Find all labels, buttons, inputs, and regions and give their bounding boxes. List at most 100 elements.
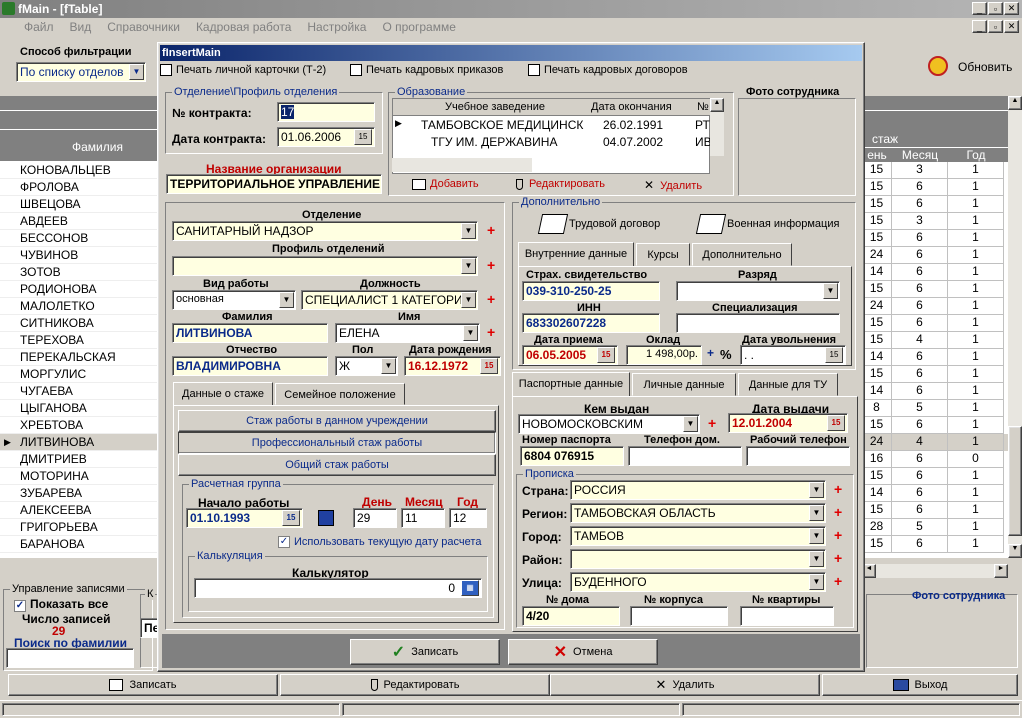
stage-grid[interactable]: стаж ень Месяц Год 15 3 1 15 6 1 15 6 1 15 3 1 15 6 1 2… bbox=[862, 96, 1008, 558]
maximize-button[interactable]: ▫ bbox=[988, 2, 1003, 15]
list-item[interactable]: ФРОЛОВА bbox=[0, 179, 160, 196]
menu-file[interactable]: Файл bbox=[24, 20, 54, 34]
table-row[interactable]: 15 6 1 bbox=[862, 315, 1008, 332]
menu-refs[interactable]: Справочники bbox=[107, 20, 180, 34]
calendar-icon[interactable]: 15 bbox=[597, 347, 615, 363]
edu-col-num[interactable]: № bbox=[697, 101, 709, 113]
filter-select[interactable]: По списку отделов ▼ bbox=[16, 62, 146, 82]
list-item[interactable]: МОТОРИНА bbox=[0, 468, 160, 485]
show-all-checkbox[interactable]: ✓ Показать все bbox=[14, 597, 108, 612]
table-row[interactable]: 15 3 1 bbox=[862, 162, 1008, 179]
list-item[interactable]: БЕССОНОВ bbox=[0, 230, 160, 247]
day-input[interactable]: 29 bbox=[353, 508, 397, 528]
list-item[interactable]: ХРЕБТОВА bbox=[0, 417, 160, 434]
contract-num-input[interactable]: 17 bbox=[277, 102, 375, 122]
table-row[interactable]: 24 4 1 bbox=[862, 434, 1008, 451]
list-item[interactable]: ЦЫГАНОВА bbox=[0, 400, 160, 417]
list-item[interactable]: ▶ ЛИТВИНОВА bbox=[0, 434, 160, 451]
list-item[interactable]: ТЕРЕХОВА bbox=[0, 332, 160, 349]
tab-stage[interactable]: Данные о стаже bbox=[173, 382, 273, 406]
main-exit-button[interactable]: Выход bbox=[822, 674, 1018, 696]
calendar-icon[interactable]: 15 bbox=[282, 510, 300, 526]
table-row[interactable]: 14 6 1 bbox=[862, 383, 1008, 400]
edu-vscroll[interactable]: ▲ bbox=[710, 98, 724, 156]
region-select[interactable]: ТАМБОВСКАЯ ОБЛАСТЬ ▼ bbox=[570, 503, 826, 523]
grid-hscroll[interactable]: ◄ ► bbox=[862, 564, 1008, 578]
table-row[interactable]: 24 6 1 bbox=[862, 247, 1008, 264]
table-row[interactable]: 15 6 1 bbox=[862, 230, 1008, 247]
start-input[interactable]: 01.10.1993 15 bbox=[186, 508, 303, 528]
table-row[interactable]: 24 6 1 bbox=[862, 298, 1008, 315]
list-item[interactable]: АЛЕКСЕЕВА bbox=[0, 502, 160, 519]
main-save-button[interactable]: Записать bbox=[8, 674, 278, 696]
employee-list[interactable]: Фамилия КОНОВАЛЬЦЕВ ФРОЛОВА ШВЕЦОВА АВДЕЕВ Б… bbox=[0, 96, 160, 558]
list-item[interactable]: МАЛОЛЕТКО bbox=[0, 298, 160, 315]
table-row[interactable]: 15 6 1 bbox=[862, 417, 1008, 434]
edu-col-school[interactable]: Учебное заведение bbox=[445, 101, 545, 113]
flat-input[interactable] bbox=[740, 606, 834, 626]
print-orders-button[interactable]: Печать кадровых приказов bbox=[350, 64, 503, 77]
table-row[interactable]: 15 3 1 bbox=[862, 213, 1008, 230]
dept-select[interactable]: САНИТАРНЫЙ НАДЗОР ▼ bbox=[172, 221, 478, 241]
list-item[interactable]: МОРГУЛИС bbox=[0, 366, 160, 383]
dialog-cancel-button[interactable]: ✕ Отмена bbox=[508, 639, 658, 665]
print-card-button[interactable]: Печать личной карточки (Т-2) bbox=[160, 64, 326, 77]
district-select[interactable]: ▼ bbox=[570, 549, 826, 569]
calendar-icon[interactable]: 15 bbox=[827, 415, 845, 431]
tab-tu[interactable]: Данные для ТУ bbox=[738, 373, 838, 396]
mdi-close-button[interactable]: ✕ bbox=[1004, 20, 1019, 33]
calendar-icon[interactable]: 15 bbox=[354, 129, 372, 145]
edu-hscroll[interactable] bbox=[392, 158, 532, 172]
calendar-icon[interactable]: 15 bbox=[480, 358, 498, 374]
refresh-label[interactable]: Обновить bbox=[958, 60, 1012, 74]
labor-contract-button[interactable]: Трудовой договор bbox=[537, 214, 660, 234]
main-edit-button[interactable]: Редактировать bbox=[280, 674, 550, 696]
edu-add-button[interactable]: Добавить bbox=[412, 178, 479, 190]
table-row[interactable]: 15 6 1 bbox=[862, 196, 1008, 213]
calendar-icon[interactable]: 15 bbox=[825, 347, 843, 363]
table-row[interactable]: 851 bbox=[862, 400, 1008, 417]
list-item[interactable]: ЗОТОВ bbox=[0, 264, 160, 281]
insurance-input[interactable]: 039-310-250-25 bbox=[522, 281, 660, 301]
list-item[interactable]: ДМИТРИЕВ bbox=[0, 451, 160, 468]
edu-row-school[interactable]: ТАМБОВСКОЕ МЕДИЦИНСК bbox=[421, 118, 583, 132]
contract-date-input[interactable]: 01.06.2006 15 bbox=[277, 127, 375, 147]
table-row[interactable]: 14 6 1 bbox=[862, 485, 1008, 502]
sex-select[interactable]: Ж ▼ bbox=[335, 356, 398, 376]
list-item[interactable]: АВДЕЕВ bbox=[0, 213, 160, 230]
list-item[interactable]: ГРИГОРЬЕВА bbox=[0, 519, 160, 536]
city-select[interactable]: ТАМБОВ ▼ bbox=[570, 526, 826, 546]
table-row[interactable]: 15 6 1 bbox=[862, 502, 1008, 519]
phone-work-input[interactable] bbox=[746, 446, 850, 466]
table-row[interactable]: 15 6 1 bbox=[862, 281, 1008, 298]
list-item[interactable]: ЧУГАЕВА bbox=[0, 383, 160, 400]
list-item[interactable]: ПЕРЕКАЛЬСКАЯ bbox=[0, 349, 160, 366]
list-item[interactable]: РОДИОНОВА bbox=[0, 281, 160, 298]
profile-select[interactable]: ▼ bbox=[172, 256, 478, 276]
salary-input[interactable]: 1 498,00р. bbox=[626, 345, 702, 365]
list-item[interactable]: СИТНИКОВА bbox=[0, 315, 160, 332]
surname-column-header[interactable]: Фамилия bbox=[72, 140, 123, 154]
birth-input[interactable]: 16.12.1972 15 bbox=[404, 356, 501, 376]
minimize-button[interactable]: _ bbox=[972, 2, 987, 15]
spec-input[interactable] bbox=[676, 313, 840, 333]
table-row[interactable]: 16 6 0 bbox=[862, 451, 1008, 468]
calculate-icon[interactable] bbox=[318, 510, 334, 526]
edu-row-date[interactable]: 26.02.1991 bbox=[603, 118, 663, 132]
calculator-input[interactable]: 0 ▦ bbox=[194, 578, 482, 598]
table-row[interactable]: 15 6 1 bbox=[862, 536, 1008, 553]
patronymic-input[interactable]: ВЛАДИМИРОВНА bbox=[172, 356, 328, 376]
menu-about[interactable]: О программе bbox=[382, 20, 455, 34]
table-row[interactable]: 15 6 1 bbox=[862, 366, 1008, 383]
list-item[interactable]: БАРАНОВА bbox=[0, 536, 160, 553]
stage-here-button[interactable]: Стаж работы в данном учреждении bbox=[178, 410, 496, 432]
edu-row-num[interactable]: РТ bbox=[695, 118, 710, 132]
stage-total-button[interactable]: Общий стаж работы bbox=[178, 454, 496, 476]
edu-delete-button[interactable]: ✕ Удалить bbox=[644, 178, 702, 192]
country-select[interactable]: РОССИЯ ▼ bbox=[570, 480, 826, 500]
hire-input[interactable]: 06.05.2005 15 bbox=[522, 345, 618, 365]
list-item[interactable]: ШВЕЦОВА bbox=[0, 196, 160, 213]
refresh-icon[interactable] bbox=[928, 56, 948, 76]
mdi-minimize-button[interactable]: _ bbox=[972, 20, 987, 33]
use-current-checkbox[interactable]: ✓ Использовать текущую дату расчета bbox=[278, 536, 481, 549]
